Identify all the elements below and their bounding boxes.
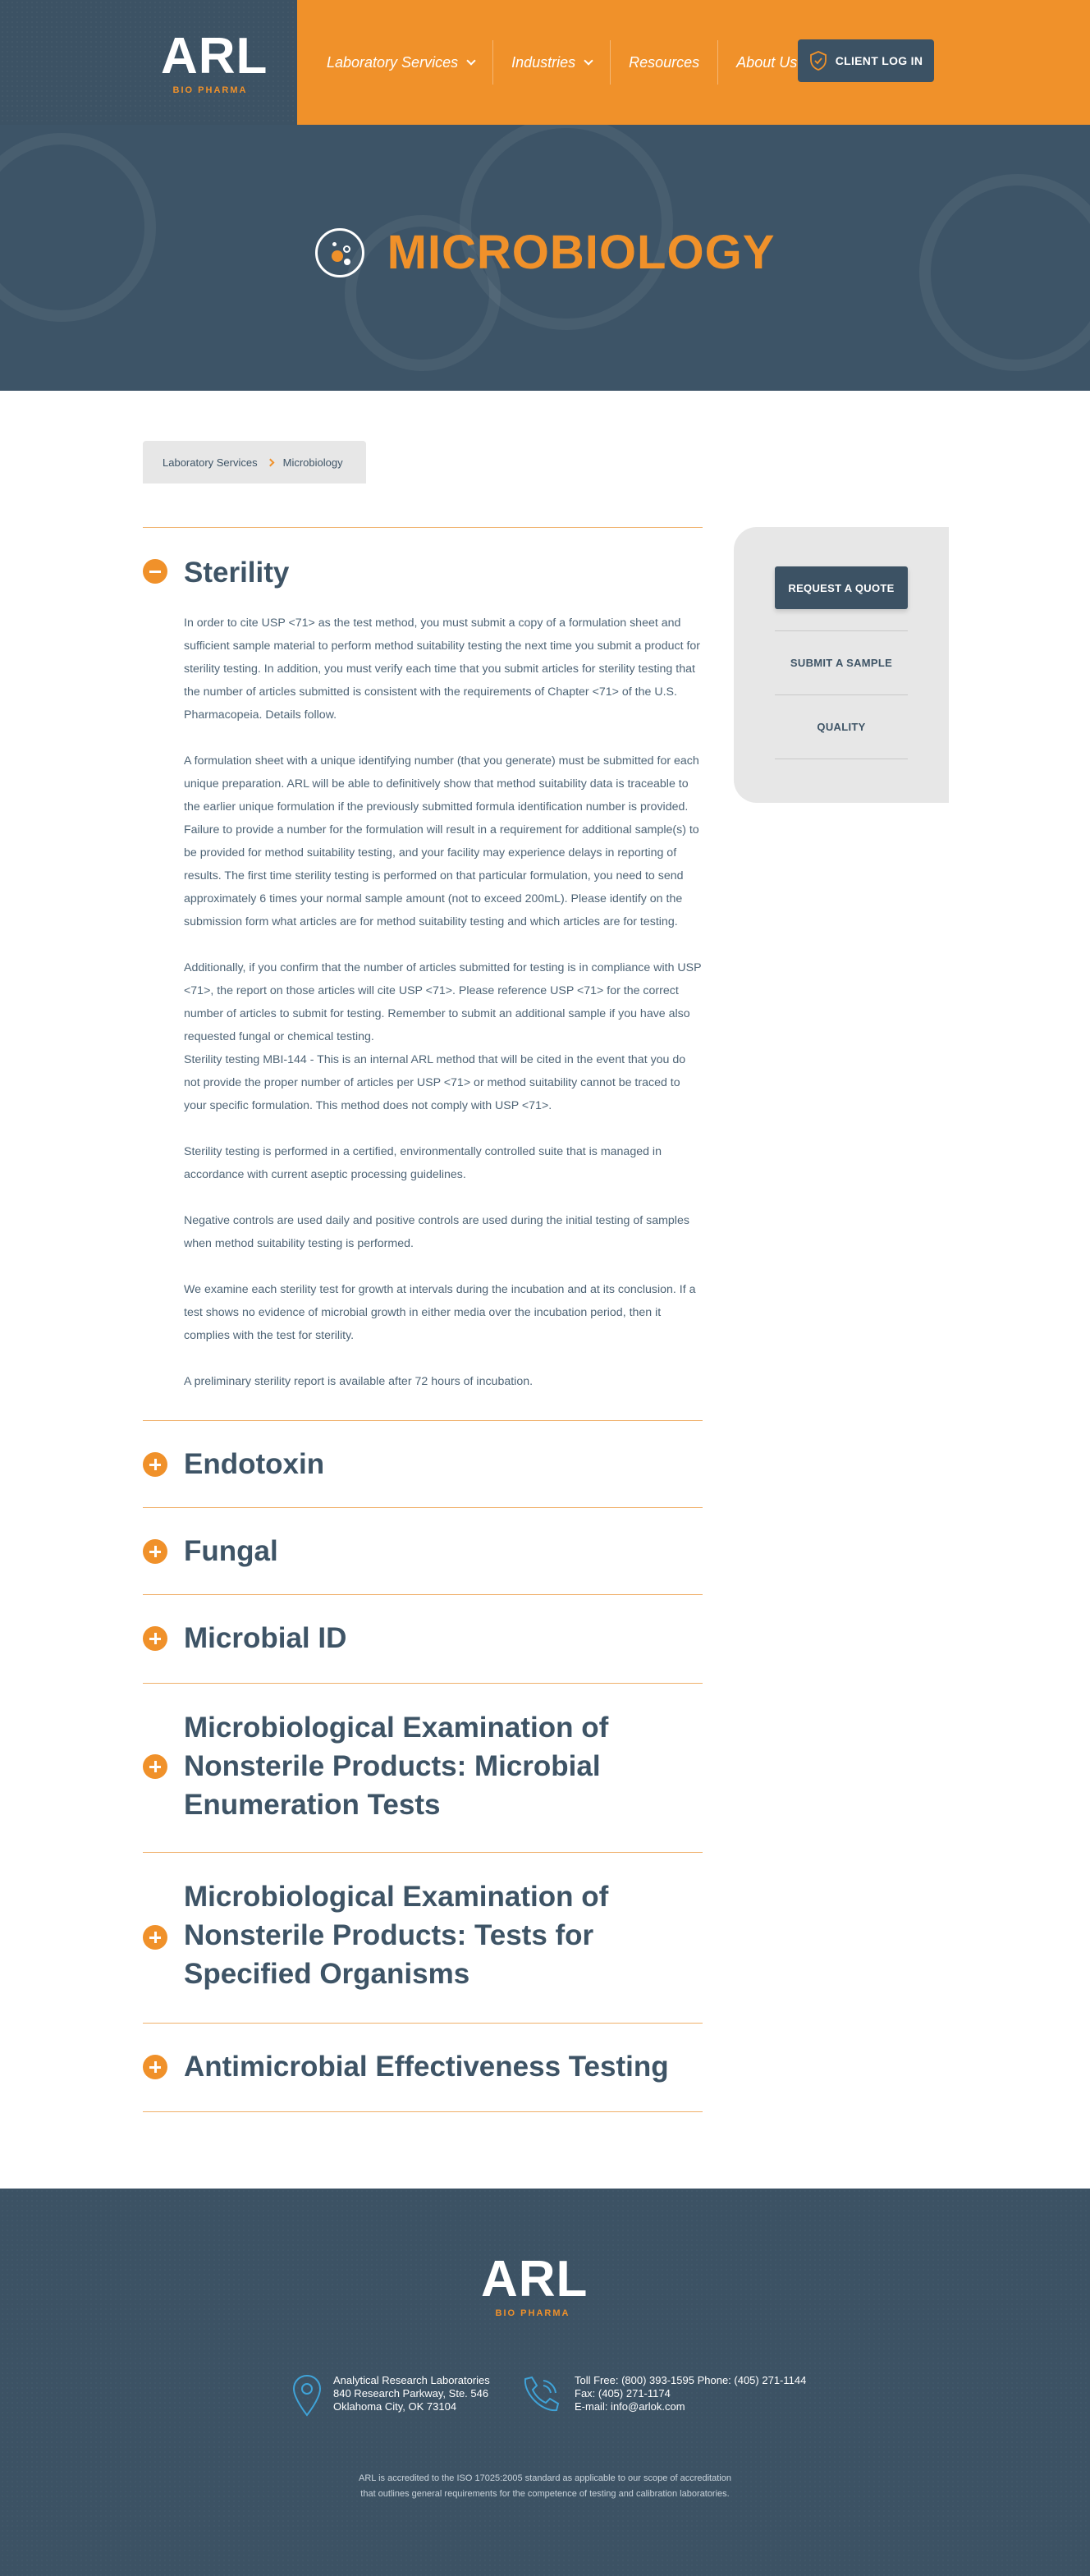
client-login-label: CLIENT LOG IN: [835, 54, 923, 67]
phone-line: Toll Free: (800) 393-1595 Phone: (405) 2…: [575, 2374, 807, 2386]
accordion-title: Endotoxin: [184, 1448, 325, 1480]
page-title: MICROBIOLOGY: [387, 226, 776, 279]
email-link[interactable]: E-mail: info@arlok.com: [575, 2400, 806, 2413]
content-paragraph: Additionally, if you confirm that the nu…: [184, 961, 702, 1043]
chevron-right-icon: [266, 458, 275, 466]
accordion-title: Microbiological Examination of Nonsteril…: [184, 1881, 609, 1990]
map-pin-icon: [292, 2374, 322, 2417]
breadcrumb-current: Microbiology: [282, 456, 343, 469]
accordion-item-microbial-id[interactable]: Microbial ID: [143, 1594, 703, 1683]
accordion-item-endotoxin[interactable]: Endotoxin: [143, 1420, 703, 1507]
request-quote-button[interactable]: REQUEST A QUOTE: [775, 566, 908, 609]
minus-icon[interactable]: [143, 559, 167, 584]
plus-icon[interactable]: [143, 1754, 167, 1779]
accordion-title: Microbial ID: [184, 1622, 347, 1654]
chevron-down-icon: [466, 55, 476, 66]
content-paragraph: A preliminary sterility report is availa…: [184, 1375, 534, 1388]
accordion-title: Sterility: [184, 557, 290, 589]
client-login-button[interactable]: CLIENT LOG IN: [798, 39, 934, 82]
nav-resources[interactable]: Resources: [611, 40, 719, 85]
chevron-down-icon: [584, 55, 593, 66]
accordion-header[interactable]: Sterility: [143, 528, 703, 618]
legal-line: ARL is accredited to the ISO 17025:2005 …: [359, 2473, 731, 2483]
accordion-content: In order to cite USP <71> as the test me…: [184, 612, 703, 1416]
site-footer: ARL BIO PHARMA Analytical Research Labor…: [0, 2189, 1090, 2576]
quality-link[interactable]: QUALITY: [775, 695, 908, 759]
breadcrumb-parent[interactable]: Laboratory Services: [163, 456, 258, 469]
address-line: Oklahoma City, OK 73104: [333, 2400, 457, 2413]
logo-text: ARL: [481, 2251, 589, 2308]
breadcrumb: Laboratory Services Microbiology: [143, 441, 366, 484]
accordion-title: Microbiological Examination of Nonsteril…: [184, 1712, 609, 1821]
plus-icon[interactable]: [143, 2055, 167, 2079]
nav-laboratory-services[interactable]: Laboratory Services: [327, 40, 494, 85]
nav-label: About Us: [736, 53, 798, 71]
accordion-title: Fungal: [184, 1535, 278, 1567]
hero-banner: MICROBIOLOGY: [0, 125, 1090, 391]
accordion-item-fungal[interactable]: Fungal: [143, 1507, 703, 1594]
content-paragraph: A formulation sheet with a unique identi…: [184, 754, 699, 928]
plus-icon[interactable]: [143, 1539, 167, 1564]
phone-icon: [524, 2376, 560, 2412]
address-line: 840 Research Parkway, Ste. 546: [333, 2387, 489, 2400]
plus-icon[interactable]: [143, 1452, 167, 1477]
logo-text: ARL: [161, 28, 268, 85]
accordion-item-enumeration-tests[interactable]: Microbiological Examination of Nonsteril…: [143, 1683, 703, 1852]
footer-phone: Toll Free: (800) 393-1595 Phone: (405) 2…: [520, 2374, 806, 2413]
content-paragraph: Sterility testing is performed in a cert…: [184, 1145, 662, 1181]
content-paragraph: Sterility testing MBI-144 - This is an i…: [184, 1053, 686, 1112]
sidebar-actions: REQUEST A QUOTE SUBMIT A SAMPLE QUALITY: [734, 527, 949, 803]
nav-label: Resources: [629, 53, 700, 71]
plus-icon[interactable]: [143, 1925, 167, 1950]
content-paragraph: We examine each sterility test for growt…: [184, 1283, 696, 1342]
logo-subtitle: BIO PHARMA: [495, 2308, 570, 2318]
nav-label: Laboratory Services: [327, 53, 459, 71]
accreditation-text: ARL is accredited to the ISO 17025:2005 …: [0, 2471, 1090, 2502]
footer-logo[interactable]: ARL BIO PHARMA: [481, 2251, 612, 2319]
address-line: Analytical Research Laboratories: [333, 2374, 490, 2386]
accordion-title: Antimicrobial Effectiveness Testing: [184, 2051, 669, 2083]
petri-dish-icon: [314, 227, 364, 277]
fax-line: Fax: (405) 271-1174: [575, 2387, 671, 2400]
nav-label: Industries: [511, 53, 576, 71]
shield-check-icon: [809, 51, 827, 71]
logo-subtitle: BIO PHARMA: [172, 85, 248, 95]
nav-industries[interactable]: Industries: [493, 40, 611, 85]
accordion-bottom-border: [143, 2111, 703, 2112]
plus-icon[interactable]: [143, 1626, 167, 1651]
legal-line: that outlines general requirements for t…: [360, 2489, 730, 2499]
submit-sample-link[interactable]: SUBMIT A SAMPLE: [775, 631, 908, 695]
accordion-item-sterility: Sterility In order to cite USP <71> as t…: [143, 527, 703, 1420]
site-logo[interactable]: ARL BIO PHARMA: [161, 31, 281, 97]
accordion-item-antimicrobial[interactable]: Antimicrobial Effectiveness Testing: [143, 2023, 703, 2111]
main-nav: Laboratory Services Industries Resources…: [297, 0, 1090, 125]
content-paragraph: Negative controls are used daily and pos…: [184, 1214, 689, 1250]
content-paragraph: In order to cite USP <71> as the test me…: [184, 616, 701, 722]
accordion-item-specified-organisms[interactable]: Microbiological Examination of Nonsteril…: [143, 1852, 703, 2023]
site-header: ARL BIO PHARMA Laboratory Services Indus…: [0, 0, 1090, 125]
footer-address: Analytical Research Laboratories 840 Res…: [292, 2374, 490, 2417]
hero-title-group: MICROBIOLOGY: [0, 225, 1090, 280]
logo-area: ARL BIO PHARMA: [0, 0, 297, 125]
